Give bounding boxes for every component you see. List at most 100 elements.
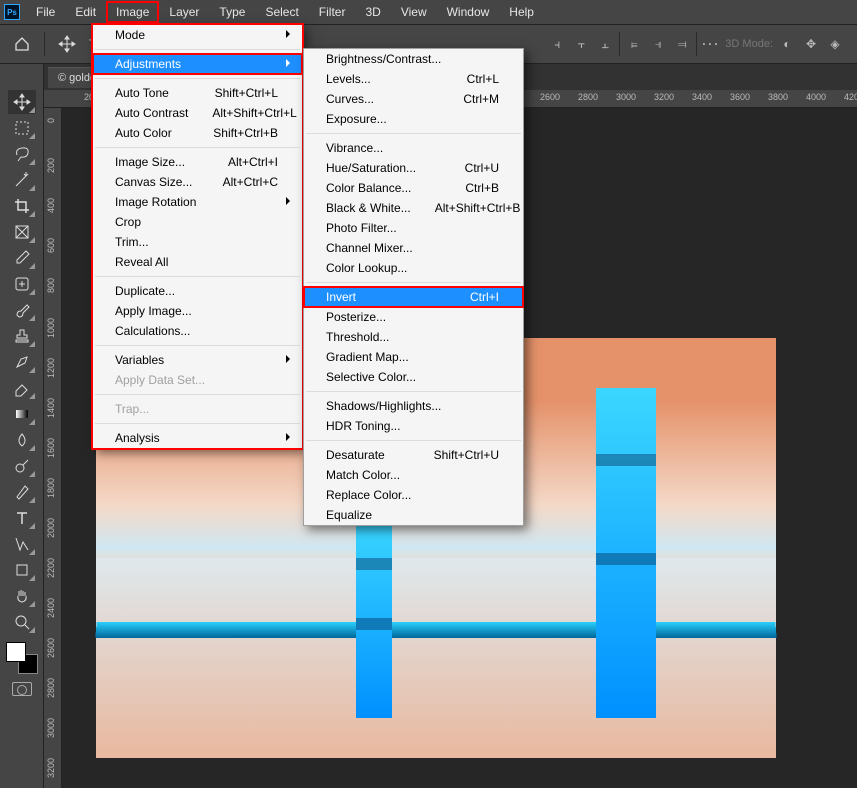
menu-window[interactable]: Window xyxy=(437,1,500,23)
menu-help[interactable]: Help xyxy=(499,1,544,23)
pan-3d-icon[interactable]: ✥ xyxy=(801,34,821,54)
eyedrop-tool[interactable] xyxy=(8,246,36,270)
adjust-menu-color-balance[interactable]: Color Balance...Ctrl+B xyxy=(304,178,523,198)
image-menu-duplicate[interactable]: Duplicate... xyxy=(93,281,302,301)
ruler-tick: 400 xyxy=(46,198,56,213)
adjust-menu-color-lookup[interactable]: Color Lookup... xyxy=(304,258,523,278)
adjust-menu-brightness-contrast[interactable]: Brightness/Contrast... xyxy=(304,49,523,69)
gradient-tool[interactable] xyxy=(8,402,36,426)
path-tool[interactable] xyxy=(8,532,36,556)
menu-select[interactable]: Select xyxy=(255,1,308,23)
move-tool[interactable] xyxy=(8,90,36,114)
adjust-menu-replace-color[interactable]: Replace Color... xyxy=(304,485,523,505)
eraser-tool[interactable] xyxy=(8,376,36,400)
adjust-menu-gradient-map[interactable]: Gradient Map... xyxy=(304,347,523,367)
dodge-tool[interactable] xyxy=(8,454,36,478)
orbit-3d-icon[interactable]: ◐ xyxy=(777,34,797,54)
marquee-tool[interactable] xyxy=(8,116,36,140)
move-tool-icon[interactable] xyxy=(53,30,81,58)
align-hcenter-icon[interactable]: ⫟ xyxy=(571,34,591,54)
image-menu-analysis[interactable]: Analysis xyxy=(93,428,302,448)
heal-tool[interactable] xyxy=(8,272,36,296)
brush-tool[interactable] xyxy=(8,298,36,322)
ruler-tick: 2600 xyxy=(540,92,560,102)
frame-tool[interactable] xyxy=(8,220,36,244)
blur-tool[interactable] xyxy=(8,428,36,452)
adjust-menu-photo-filter[interactable]: Photo Filter... xyxy=(304,218,523,238)
pen-tool[interactable] xyxy=(8,480,36,504)
menu-filter[interactable]: Filter xyxy=(309,1,356,23)
wand-tool[interactable] xyxy=(8,168,36,192)
ruler-tick: 1200 xyxy=(46,358,56,378)
adjust-menu-shadows-highlights[interactable]: Shadows/Highlights... xyxy=(304,396,523,416)
adjust-menu-hue-saturation[interactable]: Hue/Saturation...Ctrl+U xyxy=(304,158,523,178)
image-menu-calculations[interactable]: Calculations... xyxy=(93,321,302,341)
image-menu-trim[interactable]: Trim... xyxy=(93,232,302,252)
menu-item-label: Apply Data Set... xyxy=(115,373,205,387)
ruler-tick: 2200 xyxy=(46,558,56,578)
image-menu-auto-color[interactable]: Auto ColorShift+Ctrl+B xyxy=(93,123,302,143)
zoom-tool[interactable] xyxy=(8,610,36,634)
ruler-vertical[interactable]: 0200400600800100012001400160018002000220… xyxy=(44,108,62,788)
type-tool[interactable] xyxy=(8,506,36,530)
align-bottom-icon[interactable]: ⫤ xyxy=(672,34,692,54)
ruler-tick: 1400 xyxy=(46,398,56,418)
menu-shortcut: Ctrl+I xyxy=(470,290,499,304)
image-menu-apply-data-set: Apply Data Set... xyxy=(93,370,302,390)
adjust-menu-equalize[interactable]: Equalize xyxy=(304,505,523,525)
adjust-menu-channel-mixer[interactable]: Channel Mixer... xyxy=(304,238,523,258)
adjust-menu-exposure[interactable]: Exposure... xyxy=(304,109,523,129)
lasso-tool[interactable] xyxy=(8,142,36,166)
align-right-icon[interactable]: ⫠ xyxy=(595,34,615,54)
image-menu-variables[interactable]: Variables xyxy=(93,350,302,370)
adjust-menu-curves[interactable]: Curves...Ctrl+M xyxy=(304,89,523,109)
image-menu-image-size[interactable]: Image Size...Alt+Ctrl+I xyxy=(93,152,302,172)
image-menu-canvas-size[interactable]: Canvas Size...Alt+Ctrl+C xyxy=(93,172,302,192)
image-menu-auto-contrast[interactable]: Auto ContrastAlt+Shift+Ctrl+L xyxy=(93,103,302,123)
image-menu-adjustments[interactable]: Adjustments xyxy=(93,54,302,74)
menu-item-label: Color Balance... xyxy=(326,181,411,195)
menu-shortcut: Alt+Shift+Ctrl+L xyxy=(212,106,296,120)
crop-tool[interactable] xyxy=(8,194,36,218)
menu-item-label: Shadows/Highlights... xyxy=(326,399,441,413)
image-menu-auto-tone[interactable]: Auto ToneShift+Ctrl+L xyxy=(93,83,302,103)
menu-item-label: Trap... xyxy=(115,402,149,416)
image-menu-mode[interactable]: Mode xyxy=(93,25,302,45)
adjust-menu-match-color[interactable]: Match Color... xyxy=(304,465,523,485)
menu-layer[interactable]: Layer xyxy=(159,1,209,23)
menu-view[interactable]: View xyxy=(391,1,437,23)
submenu-arrow-icon xyxy=(286,355,294,363)
image-menu-image-rotation[interactable]: Image Rotation xyxy=(93,192,302,212)
history-tool[interactable] xyxy=(8,350,36,374)
adjust-menu-threshold[interactable]: Threshold... xyxy=(304,327,523,347)
shape-tool[interactable] xyxy=(8,558,36,582)
align-vcenter-icon[interactable]: ⫣ xyxy=(648,34,668,54)
align-top-icon[interactable]: ⫢ xyxy=(624,34,644,54)
home-icon[interactable] xyxy=(8,30,36,58)
adjust-menu-hdr-toning[interactable]: HDR Toning... xyxy=(304,416,523,436)
menu-image[interactable]: Image xyxy=(106,1,159,23)
adjust-menu-selective-color[interactable]: Selective Color... xyxy=(304,367,523,387)
adjust-menu-black-white[interactable]: Black & White...Alt+Shift+Ctrl+B xyxy=(304,198,523,218)
menu-3d[interactable]: 3D xyxy=(355,1,390,23)
menu-edit[interactable]: Edit xyxy=(65,1,106,23)
color-swatches[interactable] xyxy=(6,642,38,674)
align-group: ⫞ ⫟ ⫠ ⫢ ⫣ ⫤ ··· 3D Mode: ◐ ✥ ◈ xyxy=(547,32,845,56)
quickmask-toggle[interactable] xyxy=(12,682,32,696)
adjust-menu-vibrance[interactable]: Vibrance... xyxy=(304,138,523,158)
more-options-icon[interactable]: ··· xyxy=(701,34,721,54)
stamp-tool[interactable] xyxy=(8,324,36,348)
adjust-menu-invert[interactable]: InvertCtrl+I xyxy=(304,287,523,307)
image-menu-crop[interactable]: Crop xyxy=(93,212,302,232)
menu-item-label: Threshold... xyxy=(326,330,389,344)
slide-3d-icon[interactable]: ◈ xyxy=(825,34,845,54)
menu-type[interactable]: Type xyxy=(209,1,255,23)
adjust-menu-posterize[interactable]: Posterize... xyxy=(304,307,523,327)
adjust-menu-levels[interactable]: Levels...Ctrl+L xyxy=(304,69,523,89)
hand-tool[interactable] xyxy=(8,584,36,608)
adjust-menu-desaturate[interactable]: DesaturateShift+Ctrl+U xyxy=(304,445,523,465)
image-menu-apply-image[interactable]: Apply Image... xyxy=(93,301,302,321)
image-menu-reveal-all[interactable]: Reveal All xyxy=(93,252,302,272)
menu-file[interactable]: File xyxy=(26,1,65,23)
align-left-icon[interactable]: ⫞ xyxy=(547,34,567,54)
